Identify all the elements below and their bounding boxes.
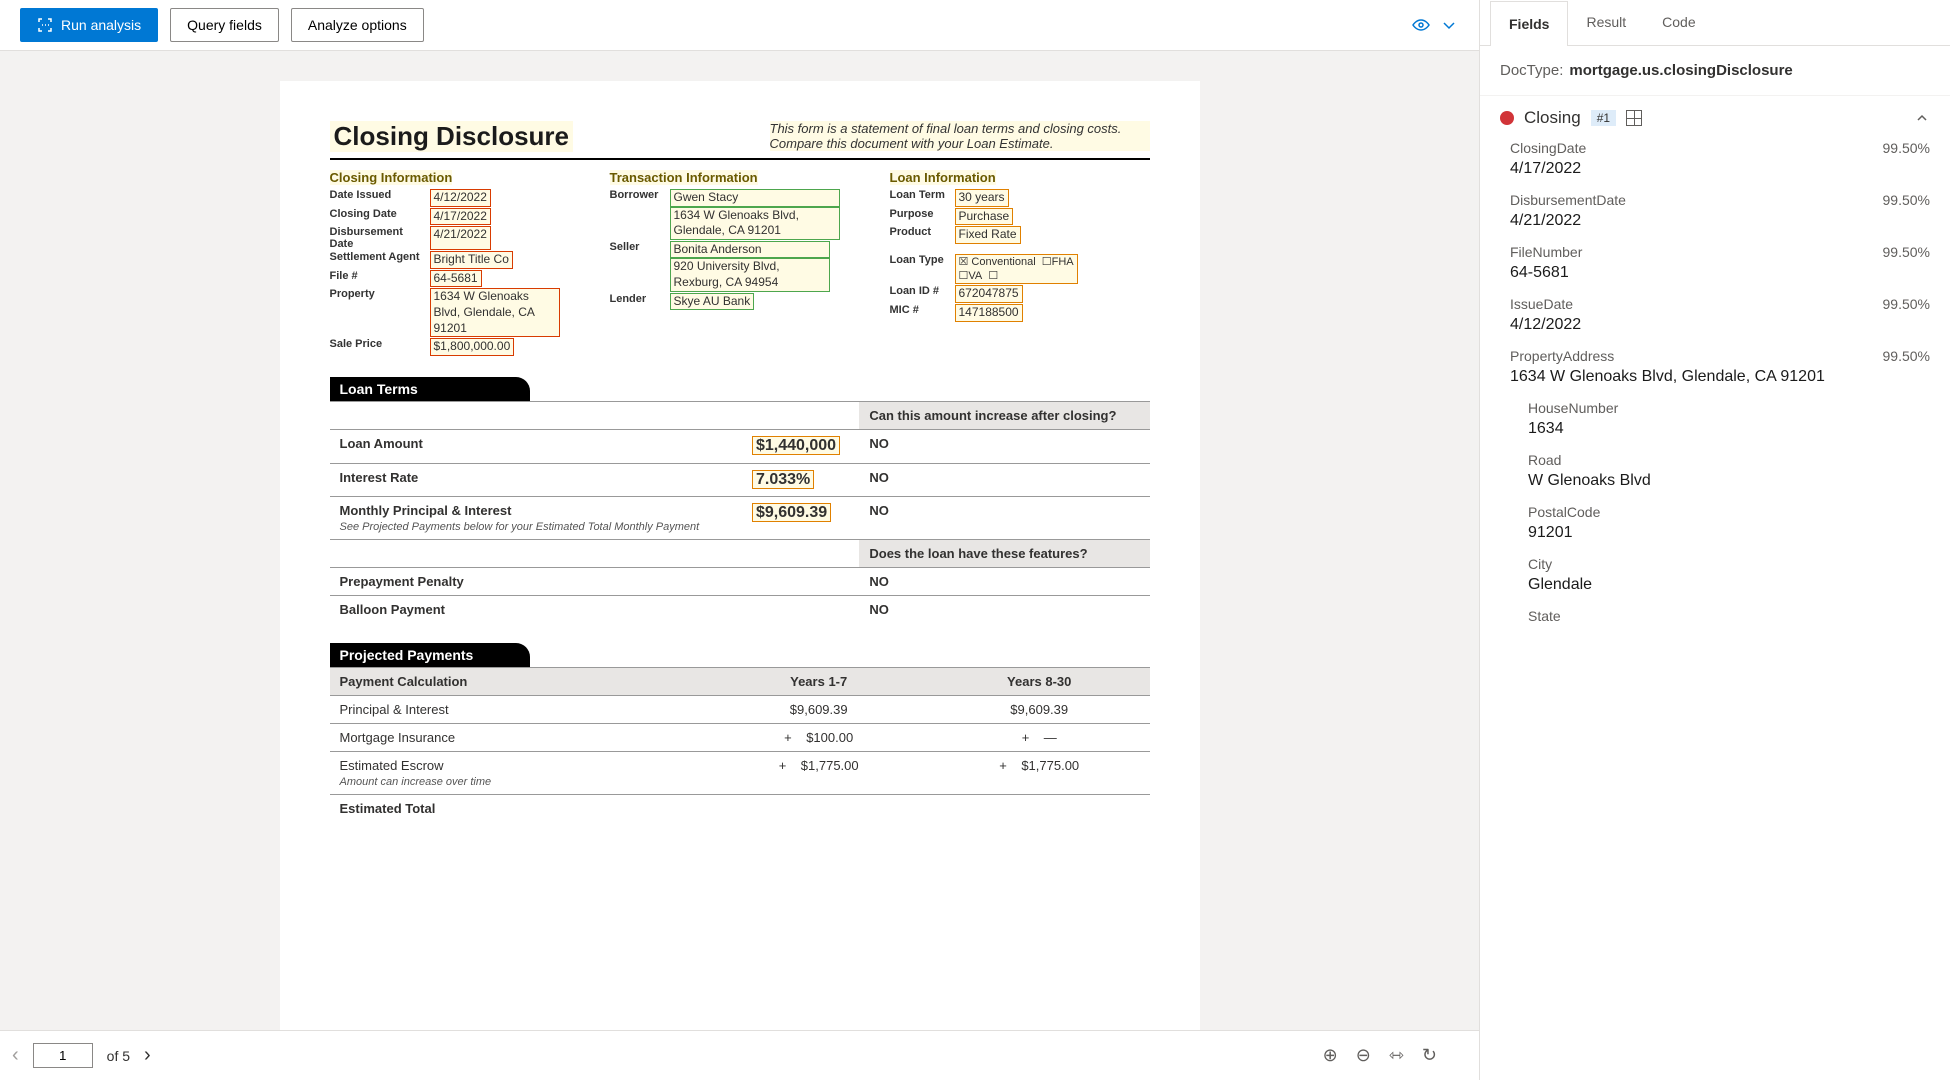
group-name: Closing xyxy=(1524,108,1581,128)
fit-width-icon[interactable]: ⇿ xyxy=(1389,1045,1404,1066)
agent-value: Bright Title Co xyxy=(430,251,513,269)
trans-info-hdr: Transaction Information xyxy=(610,170,758,185)
doctype-row: DocType:mortgage.us.closingDisclosure xyxy=(1480,46,1950,96)
subfield-item[interactable]: CityGlendale xyxy=(1528,556,1930,594)
loan-term-value: 30 years xyxy=(955,189,1009,207)
seller-name: Bonita Anderson xyxy=(670,241,830,259)
query-fields-button[interactable]: Query fields xyxy=(170,8,279,42)
field-item[interactable]: ClosingDate99.50%4/17/2022 xyxy=(1510,140,1930,178)
property-value: 1634 W Glenoaks Blvd, Glendale, CA 91201 xyxy=(430,288,560,337)
subfield-item[interactable]: RoadW Glenoaks Blvd xyxy=(1528,452,1930,490)
date-issued-value: 4/12/2022 xyxy=(430,189,491,207)
tabs: Fields Result Code xyxy=(1480,0,1950,46)
purpose-value: Purchase xyxy=(955,208,1014,226)
rate-value: 7.033% xyxy=(752,470,814,489)
rotate-icon[interactable]: ↻ xyxy=(1422,1045,1437,1066)
mic-value: 147188500 xyxy=(955,304,1023,322)
borrower-name: Gwen Stacy xyxy=(670,189,840,207)
sale-value: $1,800,000.00 xyxy=(430,338,515,356)
loan-terms-hdr: Loan Terms xyxy=(330,377,530,401)
tab-fields[interactable]: Fields xyxy=(1490,1,1568,46)
analyze-options-button[interactable]: Analyze options xyxy=(291,8,424,42)
field-item[interactable]: IssueDate99.50%4/12/2022 xyxy=(1510,296,1930,334)
group-header[interactable]: Closing #1 xyxy=(1480,96,1950,140)
scan-icon xyxy=(37,17,53,33)
chevron-down-icon[interactable] xyxy=(1439,15,1459,35)
document-viewer: Closing Disclosure This form is a statem… xyxy=(0,51,1479,1030)
field-item[interactable]: FileNumber99.50%64-5681 xyxy=(1510,244,1930,282)
closing-date-value: 4/17/2022 xyxy=(430,208,491,226)
subfield-item[interactable]: State xyxy=(1528,608,1930,624)
page-of: of 5 xyxy=(107,1048,130,1064)
loan-id-value: 672047875 xyxy=(955,285,1023,303)
closing-info-hdr: Closing Information xyxy=(330,170,453,185)
group-badge: #1 xyxy=(1591,110,1616,126)
subfield-item[interactable]: HouseNumber1634 xyxy=(1528,400,1930,438)
projected-payments-hdr: Projected Payments xyxy=(330,643,530,667)
grid-icon[interactable] xyxy=(1626,110,1642,126)
toolbar: Run analysis Query fields Analyze option… xyxy=(0,0,1479,51)
lender-value: Skye AU Bank xyxy=(670,293,755,311)
chevron-up-icon[interactable] xyxy=(1914,110,1930,126)
eye-icon[interactable] xyxy=(1411,15,1431,35)
field-item[interactable]: PropertyAddress99.50%1634 W Glenoaks Blv… xyxy=(1510,348,1930,386)
page-input[interactable] xyxy=(33,1043,93,1068)
fields-list: ClosingDate99.50%4/17/2022 DisbursementDa… xyxy=(1480,140,1950,1080)
product-value: Fixed Rate xyxy=(955,226,1021,244)
field-item[interactable]: DisbursementDate99.50%4/21/2022 xyxy=(1510,192,1930,230)
pi-value: $9,609.39 xyxy=(752,503,831,522)
zoom-in-icon[interactable]: ⊕ xyxy=(1323,1045,1338,1066)
prev-page-button[interactable]: ‹ xyxy=(12,1044,19,1067)
subfield-item[interactable]: PostalCode91201 xyxy=(1528,504,1930,542)
zoom-out-icon[interactable]: ⊖ xyxy=(1356,1045,1371,1066)
run-analysis-button[interactable]: Run analysis xyxy=(20,8,158,42)
loan-type-value: ☒ Conventional ☐FHA☐VA ☐ xyxy=(955,254,1078,285)
seller-addr: 920 University Blvd, Rexburg, CA 94954 xyxy=(670,258,830,291)
tab-code[interactable]: Code xyxy=(1644,0,1713,45)
next-page-button[interactable]: › xyxy=(144,1044,151,1067)
disb-date-value: 4/21/2022 xyxy=(430,226,491,250)
doc-title: Closing Disclosure xyxy=(330,121,574,152)
tab-result[interactable]: Result xyxy=(1568,0,1644,45)
pager: ‹ of 5 › ⊕ ⊖ ⇿ ↻ xyxy=(0,1030,1479,1080)
loan-info-hdr: Loan Information xyxy=(890,170,996,185)
loan-amount-value: $1,440,000 xyxy=(752,436,840,455)
file-value: 64-5681 xyxy=(430,270,482,288)
status-dot-icon xyxy=(1500,111,1514,125)
borrower-addr: 1634 W Glenoaks Blvd, Glendale, CA 91201 xyxy=(670,207,840,240)
doc-subtitle: This form is a statement of final loan t… xyxy=(770,121,1150,151)
